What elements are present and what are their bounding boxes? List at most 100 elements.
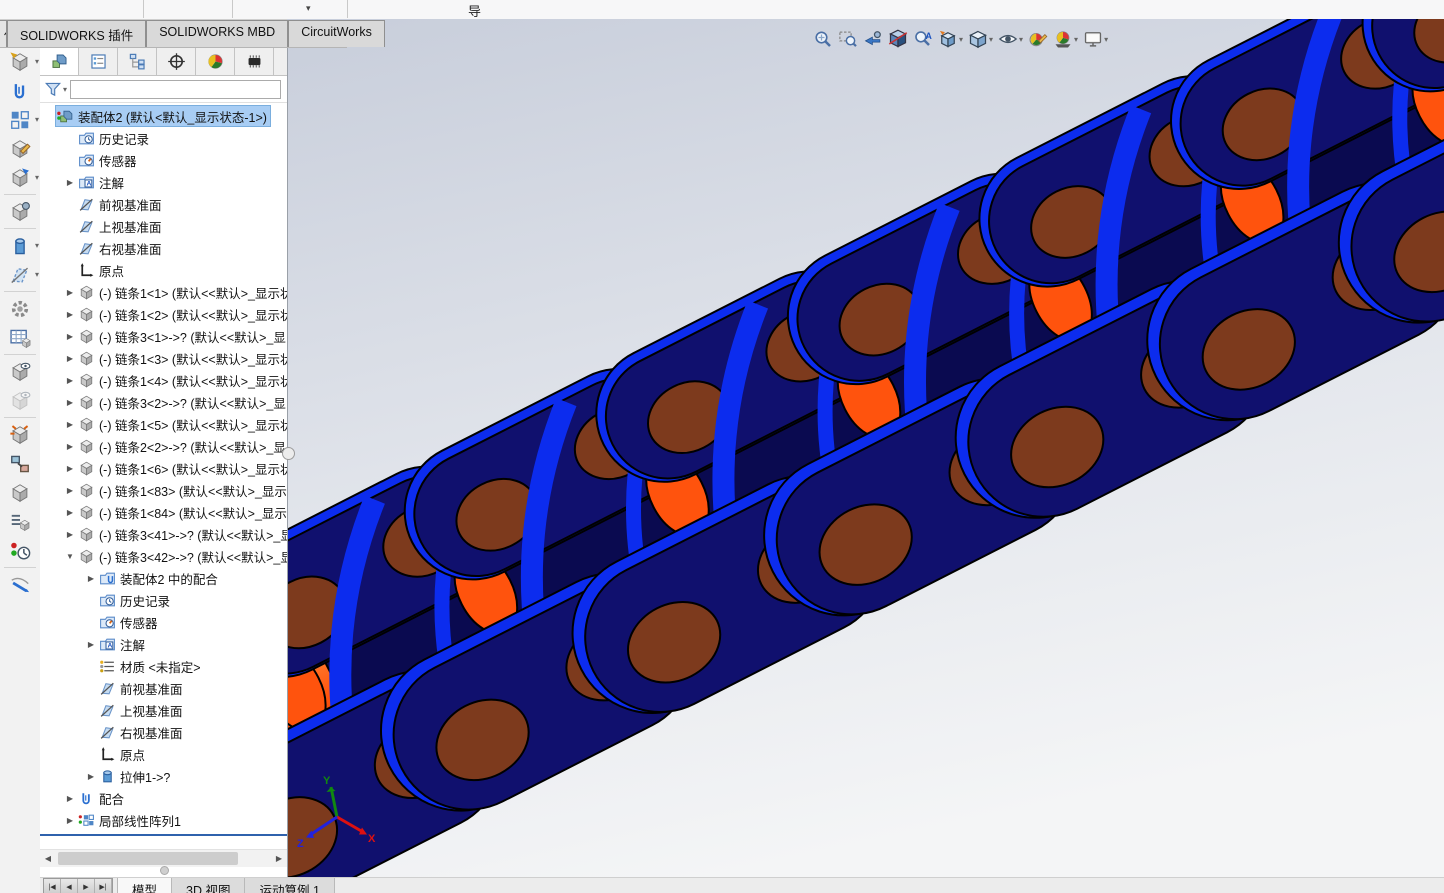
expand-arrow[interactable]: ▶ [63, 508, 77, 517]
tree-item-component-chain1-83[interactable]: ▶ (-) 链条1<83> (默认<<默认>_显示状 [40, 479, 287, 501]
tree-filter-input[interactable] [70, 79, 281, 99]
expand-arrow[interactable]: ▶ [84, 640, 98, 649]
toolbar-overflow-button[interactable]: 导 [468, 1, 481, 20]
scroll-left-arrow[interactable]: ◀ [40, 854, 56, 863]
tree-horizontal-scrollbar[interactable]: ◀ ▶ [40, 849, 287, 867]
tree-item-top-plane[interactable]: 上视基准面 [40, 215, 287, 237]
scrollbar-thumb[interactable] [58, 852, 238, 865]
first-tab-button[interactable]: |◀ [44, 879, 61, 893]
tree-item-front-plane[interactable]: 前视基准面 [40, 193, 287, 215]
expand-arrow[interactable]: ▶ [63, 794, 77, 803]
dropdown-caret-icon[interactable]: ▾ [306, 3, 311, 14]
tab-3d-views[interactable]: 3D 视图 [172, 878, 246, 893]
expand-arrow[interactable]: ▶ [63, 420, 77, 429]
ribbon-tab-solidworks-addins[interactable]: SOLIDWORKS 插件 [7, 20, 147, 47]
tree-pane-splitter[interactable] [40, 834, 287, 836]
tree-item-sub-top-plane[interactable]: 上视基准面 [40, 699, 287, 721]
previous-view-button[interactable] [862, 28, 884, 50]
tree-item-right-plane[interactable]: 右视基准面 [40, 237, 287, 259]
dropdown-caret-icon[interactable]: ▾ [989, 35, 993, 44]
mate-button[interactable] [0, 76, 40, 105]
tab-motion-study-1[interactable]: 运动算例 1 [245, 878, 335, 893]
insert-components-button[interactable]: ▾ [0, 47, 40, 76]
prev-tab-button[interactable]: ◀ [61, 879, 78, 893]
reference-geometry-button[interactable]: ▾ [0, 260, 40, 289]
expand-arrow[interactable]: ▶ [63, 530, 77, 539]
zoom-to-fit-button[interactable] [812, 28, 834, 50]
expand-arrow[interactable]: ▶ [63, 376, 77, 385]
tree-item-mates-group[interactable]: ▶ 配合 [40, 787, 287, 809]
filter-funnel-icon[interactable] [44, 80, 62, 98]
tab-model[interactable]: 模型 [117, 878, 173, 893]
tree-item-sub-history-folder[interactable]: 历史记录 [40, 589, 287, 611]
dropdown-caret-icon[interactable]: ▾ [35, 115, 39, 124]
configurationmanager-tab[interactable] [118, 47, 157, 75]
tree-item-component-chain1-5[interactable]: ▶ (-) 链条1<5> (默认<<默认>_显示状 [40, 413, 287, 435]
view-orientation-button[interactable]: ▾ [937, 28, 964, 50]
tree-item-component-chain1-2[interactable]: ▶ (-) 链条1<2> (默认<<默认>_显示状 [40, 303, 287, 325]
dropdown-caret-icon[interactable]: ▾ [35, 241, 39, 250]
ribbon-tab-circuitworks[interactable]: CircuitWorks [288, 20, 385, 47]
expand-arrow[interactable]: ▶ [63, 398, 77, 407]
bill-of-materials-button[interactable] [0, 323, 40, 352]
expand-arrow[interactable]: ▶ [63, 310, 77, 319]
featuremanager-tab[interactable] [40, 47, 79, 75]
tree-item-sub-sensors-folder[interactable]: 传感器 [40, 611, 287, 633]
view-settings-button[interactable]: ▾ [1082, 28, 1109, 50]
viewport-3d-canvas[interactable]: Y X Z [287, 19, 1444, 893]
last-tab-button[interactable]: ▶| [95, 879, 112, 893]
move-component-button[interactable]: ▾ [0, 163, 40, 192]
graphics-viewport[interactable]: Y X Z [287, 19, 1444, 893]
filter-caret-icon[interactable]: ▾ [63, 85, 67, 94]
edit-appearance-button[interactable] [1027, 28, 1049, 50]
tree-item-sub-origin[interactable]: 原点 [40, 743, 287, 765]
tree-item-component-chain1-1[interactable]: ▶ (-) 链条1<1> (默认<<默认>_显示状 [40, 281, 287, 303]
tree-item-extrude1-feature[interactable]: ▶ 拉伸1->? [40, 765, 287, 787]
tree-item-component-chain3-2[interactable]: ▶ (-) 链条3<2>->? (默认<<默认>_显 [40, 391, 287, 413]
tree-item-component-chain2-2[interactable]: ▶ (-) 链条2<2>->? (默认<<默认>_显 [40, 435, 287, 457]
tree-item-component-chain1-3[interactable]: ▶ (-) 链条1<3> (默认<<默认>_显示状 [40, 347, 287, 369]
tree-item-sub-front-plane[interactable]: 前视基准面 [40, 677, 287, 699]
assembly-visualization-button[interactable] [0, 507, 40, 536]
zoom-to-area-button[interactable] [837, 28, 859, 50]
dropdown-caret-icon[interactable]: ▾ [959, 35, 963, 44]
tree-item-sub-annotations-folder[interactable]: ▶ 注解 [40, 633, 287, 655]
instant3d-button[interactable] [0, 478, 40, 507]
gears-button[interactable] [0, 294, 40, 323]
section-view-button[interactable] [887, 28, 909, 50]
dropdown-caret-icon[interactable]: ▾ [1074, 35, 1078, 44]
dropdown-caret-icon[interactable]: ▾ [1019, 35, 1023, 44]
tree-item-component-chain1-84[interactable]: ▶ (-) 链条1<84> (默认<<默认>_显示状 [40, 501, 287, 523]
expand-arrow[interactable]: ▶ [63, 178, 77, 187]
scroll-right-arrow[interactable]: ▶ [271, 854, 287, 863]
measure-button[interactable] [0, 570, 40, 599]
dropdown-caret-icon[interactable]: ▾ [35, 270, 39, 279]
expand-arrow[interactable]: ▶ [84, 772, 98, 781]
expand-arrow[interactable]: ▶ [63, 464, 77, 473]
tree-item-component-chain1-6[interactable]: ▶ (-) 链条1<6> (默认<<默认>_显示状 [40, 457, 287, 479]
circuitworks-tab[interactable] [235, 47, 274, 75]
expand-arrow[interactable]: ▶ [63, 332, 77, 341]
expand-arrow[interactable]: ▶ [63, 442, 77, 451]
tree-item-component-chain1-4[interactable]: ▶ (-) 链条1<4> (默认<<默认>_显示状 [40, 369, 287, 391]
dropdown-caret-icon[interactable]: ▾ [35, 57, 39, 66]
show-hidden-components-button[interactable] [0, 357, 40, 386]
propertymanager-tab[interactable] [79, 47, 118, 75]
scrollbar-track[interactable] [56, 851, 271, 866]
exploded-view-button[interactable] [0, 420, 40, 449]
ribbon-tab-evaluate-partial[interactable]: 估 [0, 20, 7, 47]
tree-item-annotations-folder[interactable]: ▶ 注解 [40, 171, 287, 193]
expand-arrow[interactable]: ▶ [63, 288, 77, 297]
panel-collapse-handle[interactable] [282, 447, 295, 460]
annotation-views-button[interactable] [912, 28, 934, 50]
expand-arrow[interactable]: ▶ [84, 574, 98, 583]
expand-arrow[interactable]: ▶ [63, 354, 77, 363]
panel-splitter-handle[interactable] [160, 866, 169, 875]
component-pattern-button[interactable]: ▾ [0, 105, 40, 134]
hide-show-items-button[interactable]: ▾ [997, 28, 1024, 50]
assembly-features-button[interactable]: ▾ [0, 231, 40, 260]
display-style-button[interactable]: ▾ [967, 28, 994, 50]
next-tab-button[interactable]: ▶ [78, 879, 95, 893]
dropdown-caret-icon[interactable]: ▾ [35, 173, 39, 182]
tree-item-material-node[interactable]: 材质 <未指定> [40, 655, 287, 677]
